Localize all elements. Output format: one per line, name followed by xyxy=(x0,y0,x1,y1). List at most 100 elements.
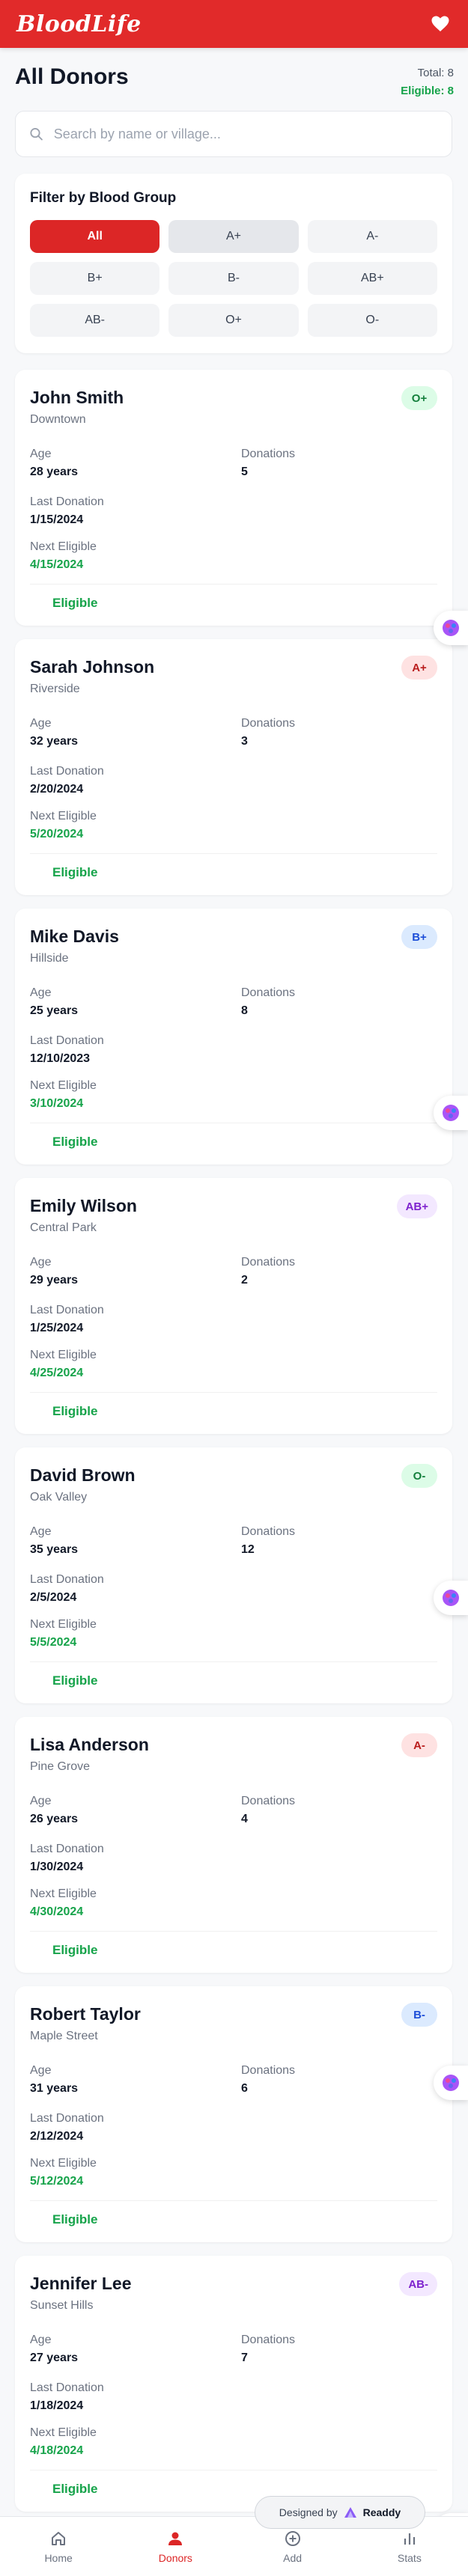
last-donation-value: 2/12/2024 xyxy=(30,2130,84,2143)
donor-name: John Smith xyxy=(30,388,124,407)
donor-card[interactable]: John Smith Downtown O+ Age 28 years Donations… xyxy=(15,370,452,626)
total-count: Total: 8 xyxy=(417,67,454,79)
assistant-bubble-icon[interactable] xyxy=(434,2066,468,2100)
donor-card[interactable]: Mike Davis Hillside B+ Age 25 years Donations… xyxy=(15,909,452,1165)
last-donation-value: 1/18/2024 xyxy=(30,2399,84,2412)
donor-location: Riverside xyxy=(30,683,80,695)
donations-value: 2 xyxy=(241,1274,248,1287)
last-donation-label: Last Donation xyxy=(30,2381,104,2394)
donor-totals: Total: 8 Eligible: 8 xyxy=(401,64,454,100)
eligibility-status[interactable]: Eligible xyxy=(30,1937,121,1964)
next-eligible-value: 5/20/2024 xyxy=(30,828,84,840)
last-donation-value: 2/20/2024 xyxy=(30,783,84,796)
app-logo[interactable]: BloodLife xyxy=(16,11,142,37)
age-label: Age xyxy=(30,1795,52,1807)
donor-name: David Brown xyxy=(30,1465,136,1485)
blood-type-badge: O+ xyxy=(401,386,437,410)
next-eligible-label: Next Eligible xyxy=(30,540,97,553)
next-eligible-label: Next Eligible xyxy=(30,2157,97,2170)
donor-card[interactable]: Jennifer Lee Sunset Hills AB- Age 27 years Do… xyxy=(15,2256,452,2512)
home-icon xyxy=(49,2530,67,2548)
filter-option-ab-pos[interactable]: AB+ xyxy=(307,262,437,295)
donor-name: Sarah Johnson xyxy=(30,657,155,677)
heart-icon[interactable] xyxy=(429,13,452,35)
donor-name: Lisa Anderson xyxy=(30,1735,149,1754)
search-input[interactable] xyxy=(53,126,438,142)
card-divider xyxy=(30,1392,437,1393)
readdy-badge[interactable]: Designed by Readdy xyxy=(255,2496,425,2529)
readdy-brand: Readdy xyxy=(362,2506,401,2518)
last-donation-label: Last Donation xyxy=(30,2112,104,2125)
filter-option-a-neg[interactable]: A- xyxy=(307,220,437,253)
donations-value: 5 xyxy=(241,466,248,478)
eligibility-status[interactable]: Eligible xyxy=(30,590,121,617)
eligibility-status[interactable]: Eligible xyxy=(30,2206,121,2233)
next-eligible-value: 4/15/2024 xyxy=(30,558,84,571)
user-icon xyxy=(166,2530,184,2548)
nav-label: Stats xyxy=(397,2551,422,2564)
donations-value: 4 xyxy=(241,1813,248,1825)
filter-option-a-pos[interactable]: A+ xyxy=(168,220,299,253)
donations-label: Donations xyxy=(241,1525,296,1538)
next-eligible-label: Next Eligible xyxy=(30,2426,97,2439)
blood-type-badge: A+ xyxy=(401,656,437,680)
assistant-bubble-icon[interactable] xyxy=(434,1096,468,1130)
donor-name: Robert Taylor xyxy=(30,2004,141,2024)
filter-option-o-pos[interactable]: O+ xyxy=(168,304,299,337)
age-value: 27 years xyxy=(30,2351,79,2364)
nav-item-home[interactable]: Home xyxy=(0,2517,117,2576)
blood-type-badge: AB+ xyxy=(396,1194,437,1218)
card-divider xyxy=(30,584,437,585)
last-donation-value: 1/30/2024 xyxy=(30,1861,84,1873)
blood-group-filter: Filter by Blood Group All A+ A- B+ B- AB+ AB- O… xyxy=(15,174,452,353)
next-eligible-value: 5/5/2024 xyxy=(30,1636,77,1649)
eligible-count: Eligible: 8 xyxy=(401,85,454,97)
card-divider xyxy=(30,1931,437,1932)
next-eligible-label: Next Eligible xyxy=(30,1618,97,1631)
title-row: All Donors Total: 8 Eligible: 8 xyxy=(15,64,454,99)
eligibility-status[interactable]: Eligible xyxy=(30,1398,121,1425)
age-label: Age xyxy=(30,2064,52,2077)
last-donation-label: Last Donation xyxy=(30,1843,104,1855)
search-box[interactable] xyxy=(15,111,452,157)
filter-title: Filter by Blood Group xyxy=(30,190,177,206)
filter-option-b-neg[interactable]: B- xyxy=(168,262,299,295)
donor-location: Pine Grove xyxy=(30,1760,91,1773)
donations-value: 7 xyxy=(241,2351,248,2364)
blood-type-badge: B- xyxy=(401,2003,437,2027)
donor-card[interactable]: David Brown Oak Valley O- Age 35 years Donati… xyxy=(15,1447,452,1703)
age-value: 26 years xyxy=(30,1813,79,1825)
next-eligible-label: Next Eligible xyxy=(30,1349,97,1361)
assistant-bubble-icon[interactable] xyxy=(434,1581,468,1615)
donations-label: Donations xyxy=(241,1795,296,1807)
last-donation-value: 1/15/2024 xyxy=(30,513,84,526)
filter-option-o-neg[interactable]: O- xyxy=(307,304,437,337)
filter-option-all[interactable]: All xyxy=(30,220,160,253)
eligibility-status[interactable]: Eligible xyxy=(30,859,121,886)
donor-location: Downtown xyxy=(30,413,86,426)
age-value: 28 years xyxy=(30,466,79,478)
add-circle-icon xyxy=(284,2530,302,2548)
filter-option-b-pos[interactable]: B+ xyxy=(30,262,160,295)
age-label: Age xyxy=(30,1256,52,1269)
nav-item-donors[interactable]: Donors xyxy=(117,2517,234,2576)
next-eligible-value: 3/10/2024 xyxy=(30,1097,84,1110)
donor-card[interactable]: Robert Taylor Maple Street B- Age 31 years Do… xyxy=(15,1986,452,2242)
donations-label: Donations xyxy=(241,448,296,460)
assistant-bubble-icon[interactable] xyxy=(434,611,468,645)
eligibility-status[interactable]: Eligible xyxy=(30,1667,121,1694)
age-value: 32 years xyxy=(30,735,79,748)
eligibility-status[interactable]: Eligible xyxy=(30,2476,121,2503)
donor-card[interactable]: Lisa Anderson Pine Grove A- Age 26 years Dona… xyxy=(15,1717,452,1973)
age-label: Age xyxy=(30,448,52,460)
next-eligible-value: 4/30/2024 xyxy=(30,1905,84,1918)
eligibility-status[interactable]: Eligible xyxy=(30,1129,121,1156)
last-donation-value: 1/25/2024 xyxy=(30,1322,84,1334)
app-header: BloodLife xyxy=(0,0,468,48)
donations-value: 12 xyxy=(241,1543,255,1556)
next-eligible-label: Next Eligible xyxy=(30,810,97,822)
filter-option-ab-neg[interactable]: AB- xyxy=(30,304,160,337)
donor-location: Maple Street xyxy=(30,2030,98,2042)
donor-card[interactable]: Emily Wilson Central Park AB+ Age 29 years Do… xyxy=(15,1178,452,1434)
donor-card[interactable]: Sarah Johnson Riverside A+ Age 32 years Donat… xyxy=(15,639,452,895)
